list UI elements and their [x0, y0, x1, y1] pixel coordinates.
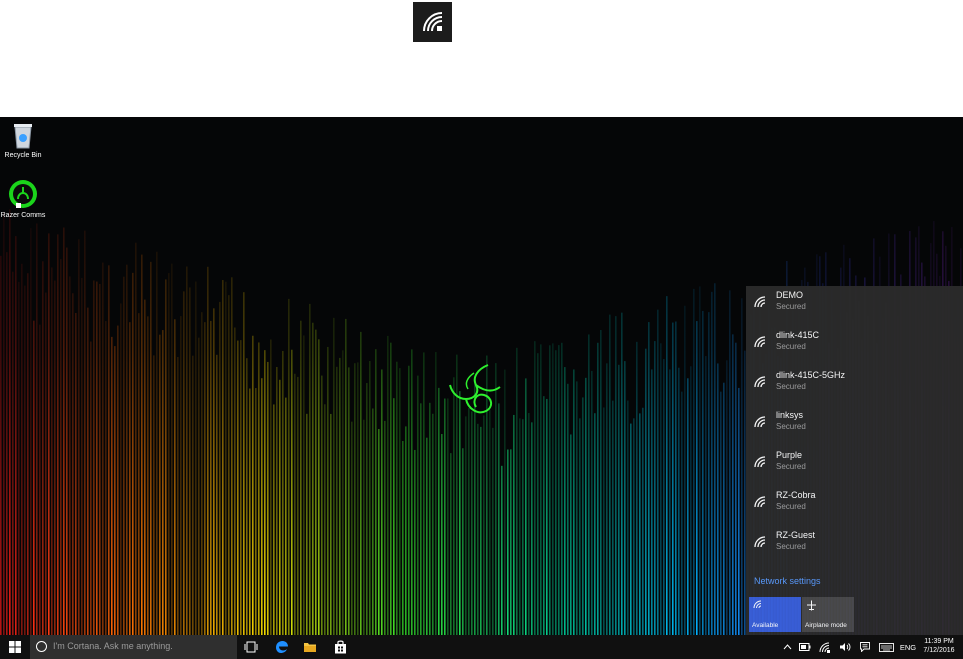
wifi-secured-icon [754, 336, 766, 348]
wifi-icon [819, 642, 830, 653]
clock-time: 11:39 PM [924, 638, 954, 645]
wifi-secured-icon [754, 496, 766, 508]
touch-keyboard-button[interactable] [877, 635, 895, 659]
network-status: Secured [776, 542, 806, 551]
desktop-icon-razer-comms[interactable]: Razer Comms [0, 179, 46, 220]
recycle-bin-icon [14, 124, 32, 149]
wifi-secured-icon [754, 376, 766, 388]
network-status: Secured [776, 462, 806, 471]
cortana-icon [36, 641, 47, 652]
input-language-indicator[interactable]: ENG [898, 635, 918, 659]
wifi-secured-icon [754, 416, 766, 428]
battery-icon [799, 643, 811, 651]
network-status: Secured [776, 422, 806, 431]
tile-label: Airplane mode [805, 622, 847, 629]
network-status: Secured [776, 342, 806, 351]
store-button[interactable] [332, 639, 348, 655]
wifi-status-icon [413, 2, 452, 42]
network-name: dlink-415C [776, 330, 820, 340]
chevron-up-icon [783, 644, 791, 650]
battery-tray-icon[interactable] [798, 635, 812, 659]
network-status: Secured [776, 502, 806, 511]
speaker-icon [840, 643, 851, 651]
cortana-search-box[interactable]: I'm Cortana. Ask me anything. [30, 635, 237, 659]
network-item-demo[interactable]: DEMO Secured [746, 290, 963, 330]
edge-button[interactable] [274, 639, 290, 655]
desktop-icon-recycle-bin[interactable]: Recycle Bin [0, 121, 46, 160]
task-view-button[interactable] [243, 639, 259, 655]
network-tray-icon[interactable] [818, 635, 832, 659]
network-name: dlink-415C-5GHz [776, 370, 846, 380]
network-status: Secured [776, 302, 806, 311]
windows-logo-icon [9, 641, 21, 653]
airplane-mode-tile[interactable]: Airplane mode [802, 597, 854, 632]
razer-comms-icon [9, 180, 37, 208]
edge-icon [276, 641, 288, 653]
network-flyout: DEMO Secured dlink-415C Secured dlink-41… [746, 286, 963, 635]
network-item-purple[interactable]: Purple Secured [746, 450, 963, 490]
store-bag-icon [334, 640, 346, 654]
show-hidden-icons-button[interactable] [780, 635, 794, 659]
network-name: RZ-Guest [776, 530, 816, 540]
tile-label: Available [752, 622, 779, 629]
network-name: DEMO [776, 290, 803, 300]
desktop-icon-label: Recycle Bin [4, 152, 42, 159]
file-explorer-button[interactable] [302, 639, 318, 655]
network-name: Purple [776, 450, 803, 460]
folder-icon [304, 643, 316, 652]
taskbar-clock[interactable]: 11:39 PM 7/12/2016 [918, 637, 960, 655]
task-view-icon [244, 641, 258, 653]
keyboard-icon [878, 642, 894, 652]
wifi-secured-icon [754, 536, 766, 548]
taskbar: I'm Cortana. Ask me anything. ENG 11:39 … [0, 635, 963, 659]
action-center-button[interactable] [858, 635, 872, 659]
notification-icon [860, 642, 870, 652]
wifi-secured-icon [754, 296, 766, 308]
wifi-secured-icon [754, 456, 766, 468]
wifi-icon [753, 600, 762, 609]
network-item-dlink-415c[interactable]: dlink-415C Secured [746, 330, 963, 370]
clock-date: 7/12/2016 [923, 647, 955, 654]
network-item-dlink-415c-5ghz[interactable]: dlink-415C-5GHz Secured [746, 370, 963, 410]
network-name: RZ-Cobra [776, 490, 816, 500]
airplane-icon [807, 600, 816, 611]
start-button[interactable] [0, 635, 30, 659]
desktop-icon-label: Razer Comms [0, 212, 46, 219]
volume-tray-icon[interactable] [838, 635, 852, 659]
network-settings-link[interactable]: Network settings [754, 576, 821, 586]
network-item-linksys[interactable]: linksys Secured [746, 410, 963, 450]
network-status: Secured [776, 382, 806, 391]
search-placeholder: I'm Cortana. Ask me anything. [53, 641, 173, 651]
network-item-rz-cobra[interactable]: RZ-Cobra Secured [746, 490, 963, 530]
network-item-rz-guest[interactable]: RZ-Guest Secured [746, 530, 963, 570]
wifi-toggle-tile[interactable]: Available [749, 597, 801, 632]
network-name: linksys [776, 410, 804, 420]
